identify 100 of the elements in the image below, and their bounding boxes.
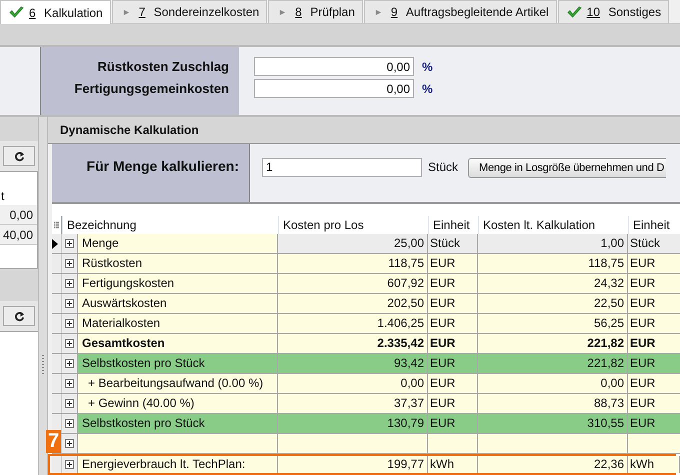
check-icon	[9, 6, 24, 19]
table-cell: 93,42	[278, 354, 428, 373]
table-cell: Rüstkosten	[78, 254, 278, 273]
table-cell: EUR	[428, 254, 478, 273]
refresh-button[interactable]	[3, 146, 35, 166]
table-cell: EUR	[428, 414, 478, 433]
field-label: Fertigungsgemeinkosten	[74, 81, 229, 97]
table-cell: EUR	[428, 314, 478, 333]
table-cell: 40,00	[0, 225, 37, 245]
table-cell: 221,82	[478, 354, 628, 373]
expand-icon[interactable]	[65, 239, 74, 248]
refresh-icon	[14, 150, 24, 162]
tab[interactable]: 8 Prüfplan	[268, 0, 363, 23]
table-cell: Fertigungskosten	[78, 274, 278, 293]
apply-button[interactable]: Menge in Losgröße übernehmen und D	[468, 158, 666, 178]
tab[interactable]: 7 Sondereinzelkosten	[112, 0, 268, 23]
expand-icon[interactable]	[65, 279, 74, 288]
table-cell: Energieverbrauch lt. TechPlan:	[78, 456, 278, 473]
table-cell: EUR	[428, 394, 478, 413]
unit-label: %	[422, 82, 433, 96]
table-cell: EUR	[628, 294, 680, 313]
field-label: Rüstkosten Zuschlag	[98, 59, 229, 75]
table-cell: EUR	[628, 414, 680, 433]
check-icon	[566, 6, 582, 18]
table-cell: 130,79	[278, 414, 428, 433]
table-cell: 202,50	[278, 294, 428, 313]
expand-icon[interactable]	[65, 399, 74, 408]
table-cell: 199,77	[278, 456, 428, 473]
table-cell: Selbstkosten pro Stück	[78, 354, 278, 373]
table-cell: EUR	[628, 274, 680, 293]
expand-icon[interactable]	[65, 419, 74, 428]
quantity-field[interactable]: 1	[262, 158, 422, 177]
table-cell: EUR	[628, 354, 680, 373]
table-cell: EUR	[628, 254, 680, 273]
row-header[interactable]	[52, 234, 78, 253]
table-cell: Stück	[428, 234, 478, 253]
expand-icon[interactable]	[65, 339, 74, 348]
refresh-icon	[14, 310, 24, 322]
table-cell: 56,25	[478, 314, 628, 333]
table-cell: Auswärtskosten	[78, 294, 278, 313]
callout-tooltip: 7	[46, 430, 61, 453]
table-cell: Selbstkosten pro Stück	[78, 414, 278, 433]
panel-title: Dynamische Kalkulation	[60, 122, 199, 137]
table-cell: Gesamtkosten	[78, 334, 278, 353]
table-cell: 37,37	[278, 394, 428, 413]
table-cell: Menge	[78, 234, 278, 253]
table-cell: Stück	[628, 234, 680, 253]
table-cell: 22,36	[478, 456, 628, 473]
table-cell: 2.335,42	[278, 334, 428, 353]
table-cell: 22,50	[478, 294, 628, 313]
unit-label: Stück	[428, 158, 458, 176]
table-cell: 0,00	[0, 205, 37, 225]
expand-icon[interactable]	[65, 359, 74, 368]
table-cell: EUR	[628, 314, 680, 333]
table-cell: EUR	[428, 274, 478, 293]
table-cell: 118,75	[478, 254, 628, 273]
tab[interactable]: 9 Auftragsbegleitende Artikel	[364, 0, 557, 23]
table-cell: Materialkosten	[78, 314, 278, 333]
arrow-icon	[122, 8, 130, 16]
row-header[interactable]	[52, 456, 78, 473]
table-cell: + Bearbeitungsaufwand (0.00 %)	[78, 374, 278, 393]
current-row-icon	[52, 238, 58, 248]
table-cell: 221,82	[478, 334, 628, 353]
field-label: Für Menge kalkulieren:	[86, 158, 239, 176]
table-cell: 25,00	[278, 234, 428, 253]
table-cell: 1.406,25	[278, 314, 428, 333]
table-cell: kWh	[628, 456, 680, 473]
arrow-icon	[279, 8, 286, 16]
table-cell: 88,73	[478, 394, 628, 413]
column-header: t	[1, 188, 4, 205]
table-cell: EUR	[428, 334, 478, 353]
table-cell: EUR	[628, 394, 680, 413]
table-cell: + Gewinn (40.00 %)	[78, 394, 278, 413]
column-chooser-icon[interactable]	[54, 220, 59, 230]
expand-icon[interactable]	[65, 319, 74, 328]
table-cell: EUR	[628, 374, 680, 393]
table-cell: 607,92	[278, 274, 428, 293]
expand-icon[interactable]	[65, 379, 74, 388]
percent-field[interactable]: 0,00	[254, 79, 414, 98]
table-cell: 0,00	[478, 374, 628, 393]
splitter-handle[interactable]	[42, 355, 44, 375]
table-cell: EUR	[428, 354, 478, 373]
table-cell: 24,32	[478, 274, 628, 293]
percent-field[interactable]: 0,00	[254, 57, 414, 76]
tab[interactable]: 6 Kalkulation	[0, 0, 111, 24]
expand-icon[interactable]	[65, 259, 74, 268]
table-cell: EUR	[428, 374, 478, 393]
table-cell: EUR	[428, 294, 478, 313]
expand-icon[interactable]	[65, 460, 74, 469]
table-cell: 118,75	[278, 254, 428, 273]
table-cell: 310,55	[478, 414, 628, 433]
expand-icon[interactable]	[65, 439, 74, 448]
table-cell: 0,00	[278, 374, 428, 393]
table-cell: kWh	[428, 456, 478, 473]
refresh-button[interactable]	[3, 306, 35, 326]
tab[interactable]: 10 Sonstiges	[558, 0, 670, 23]
unit-label: %	[422, 60, 433, 74]
table-cell: EUR	[628, 334, 680, 353]
table-cell: 1,00	[478, 234, 628, 253]
expand-icon[interactable]	[65, 299, 74, 308]
